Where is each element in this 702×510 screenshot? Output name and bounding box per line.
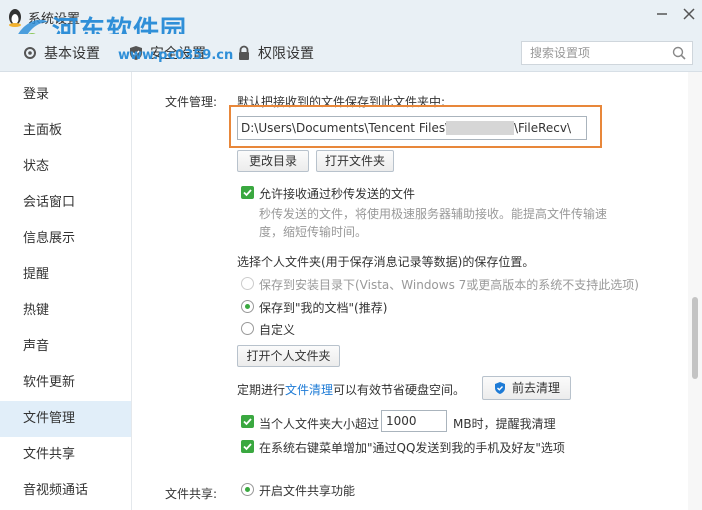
instant-transfer-desc-line1: 秒传发送的文件，将使用极速服务器辅助接收。能提高文件传输速	[259, 207, 608, 221]
instant-transfer-desc-line2: 度，缩短传输时间。	[259, 225, 368, 239]
scrollbar-thumb[interactable]	[692, 297, 698, 379]
minimize-button[interactable]	[652, 6, 672, 26]
size-limit-suffix: MB时，提醒我清理	[453, 417, 556, 431]
search-icon[interactable]	[672, 46, 686, 60]
sidebar-nav: 登录 主面板 状态 会话窗口 信息展示 提醒 热键 声音 软件更新 文件管理 文…	[0, 72, 132, 510]
sidebar-item-software-update[interactable]: 软件更新	[0, 365, 131, 401]
tab-permission-settings[interactable]: 权限设置	[236, 34, 314, 72]
lock-icon	[239, 45, 249, 60]
go-cleanup-button[interactable]: 前去清理	[482, 376, 571, 400]
allow-instant-transfer-label: 允许接收通过秒传发送的文件	[259, 187, 416, 201]
allow-instant-transfer-checkbox[interactable]	[241, 186, 254, 199]
content-scrollbar[interactable]	[688, 72, 702, 510]
title-bar: 系统设置 河东软件园	[0, 0, 702, 48]
sidebar-item-main-panel[interactable]: 主面板	[0, 113, 131, 149]
sidebar-item-sound[interactable]: 声音	[0, 329, 131, 365]
close-icon	[683, 8, 695, 20]
checkmark-icon	[243, 418, 252, 426]
save-path-suffix: \FileRecv\	[514, 121, 572, 135]
file-cleanup-link[interactable]: 文件清理	[285, 383, 333, 397]
cleanup-prefix: 定期进行	[237, 383, 286, 397]
sidebar-item-file-sharing[interactable]: 文件共享	[0, 437, 131, 473]
tab-basic-settings[interactable]: 基本设置	[22, 34, 100, 72]
cleanup-hint: 定期进行文件清理可以有效节省硬盘空间。	[237, 381, 465, 398]
sidebar-item-notifications[interactable]: 提醒	[0, 257, 131, 293]
settings-icon	[24, 47, 36, 59]
checkmark-icon	[243, 443, 252, 451]
radio-enable-file-sharing[interactable]	[241, 483, 254, 496]
size-limit-input[interactable]: 1000	[381, 410, 447, 432]
watermark-url: www.pc0359.cn	[118, 48, 234, 63]
open-folder-button[interactable]: 打开文件夹	[316, 150, 394, 172]
sidebar-item-av-calls[interactable]: 音视频通话	[0, 473, 131, 509]
tab-label: 基本设置	[44, 46, 100, 62]
personal-folder-description: 选择个人文件夹(用于保存消息记录等数据)的保存位置。	[237, 255, 535, 269]
sidebar-item-login[interactable]: 登录	[0, 77, 131, 113]
size-limit-prefix: 当个人文件夹大小超过	[259, 417, 380, 431]
sidebar-item-file-management[interactable]: 文件管理	[0, 401, 131, 437]
radio-install-directory-label: 保存到安装目录下(Vista、Windows 7或更高版本的系统不支持此选项)	[259, 278, 639, 292]
enable-file-sharing-label: 开启文件共享功能	[259, 484, 356, 498]
context-menu-label: 在系统右键菜单增加"通过QQ发送到我的手机及好友"选项	[259, 441, 565, 455]
tab-label: 权限设置	[258, 46, 314, 62]
change-directory-button[interactable]: 更改目录	[237, 150, 309, 172]
minimize-icon	[657, 13, 667, 15]
redacted-account-mask	[446, 121, 514, 135]
shield-check-icon	[494, 382, 505, 394]
context-menu-checkbox[interactable]	[241, 440, 254, 453]
size-limit-value: 1000	[386, 414, 417, 428]
close-button[interactable]	[679, 6, 699, 26]
sidebar-item-hotkeys[interactable]: 热键	[0, 293, 131, 329]
save-path-field[interactable]: D:\Users\Documents\Tencent Files\ \FileR…	[237, 116, 587, 140]
search-input[interactable]	[522, 42, 662, 64]
size-limit-checkbox[interactable]	[241, 415, 254, 428]
sidebar-item-info-display[interactable]: 信息展示	[0, 221, 131, 257]
radio-custom[interactable]	[241, 322, 254, 335]
checkmark-icon	[243, 189, 252, 197]
file-sharing-section-label: 文件共享:	[165, 487, 218, 501]
radio-my-documents[interactable]	[241, 300, 254, 313]
radio-my-documents-label: 保存到"我的文档"(推荐)	[259, 301, 388, 315]
sidebar-item-status[interactable]: 状态	[0, 149, 131, 185]
open-personal-folder-button[interactable]: 打开个人文件夹	[237, 345, 340, 367]
cleanup-suffix: 可以有效节省硬盘空间。	[333, 383, 466, 397]
save-path-prefix: D:\Users\Documents\Tencent Files\	[241, 121, 450, 135]
radio-install-directory[interactable]	[241, 277, 254, 290]
radio-custom-label: 自定义	[259, 323, 296, 337]
settings-content: 文件管理: 默认把接收到的文件保存到此文件夹中: D:\Users\Docume…	[133, 72, 685, 510]
search-box[interactable]	[521, 41, 693, 65]
sidebar-item-chat-window[interactable]: 会话窗口	[0, 185, 131, 221]
file-management-section-label: 文件管理:	[165, 95, 218, 109]
go-cleanup-label: 前去清理	[511, 381, 560, 395]
